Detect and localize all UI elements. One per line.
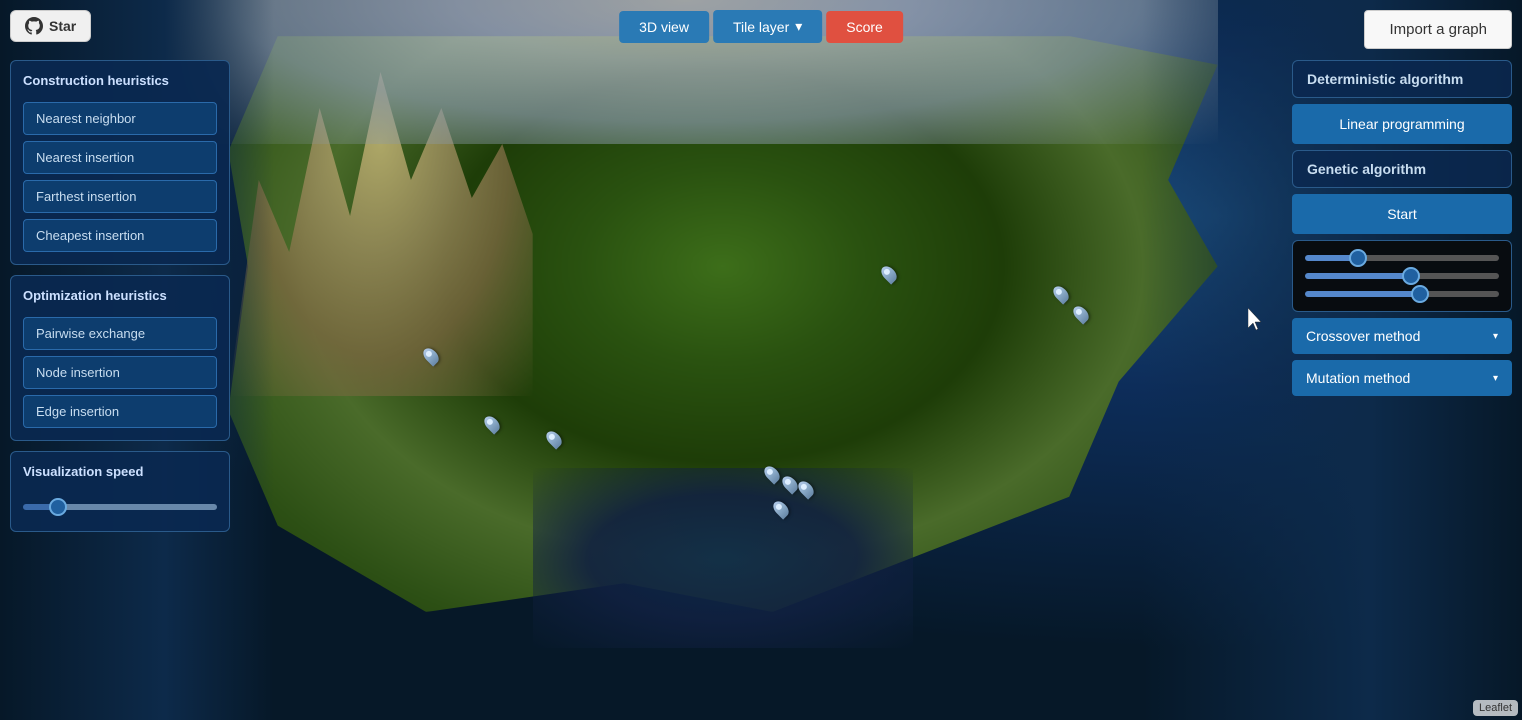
deterministic-section: Deterministic algorithm: [1292, 60, 1512, 98]
slider-row-3: [1305, 291, 1499, 297]
left-panel: Construction heuristics Nearest neighbor…: [10, 60, 230, 532]
leaflet-label: Leaflet: [1479, 702, 1512, 714]
import-graph-button[interactable]: Import a graph: [1364, 10, 1512, 49]
toolbar: 3D view Tile layer ▾ Score: [619, 10, 903, 43]
node-insertion-button[interactable]: Node insertion: [23, 356, 217, 389]
slider-row-2: [1305, 273, 1499, 279]
mutation-method-label: Mutation method: [1306, 370, 1410, 386]
start-button[interactable]: Start: [1292, 194, 1512, 234]
speed-slider[interactable]: [23, 504, 217, 510]
genetic-slider-2[interactable]: [1305, 273, 1499, 279]
tile-layer-chevron: ▾: [795, 18, 802, 35]
tile-layer-button[interactable]: Tile layer ▾: [713, 10, 822, 43]
slider-row-1: [1305, 255, 1499, 261]
mutation-chevron: ▾: [1493, 373, 1498, 384]
right-panel: Deterministic algorithm Linear programmi…: [1292, 60, 1512, 396]
pairwise-exchange-button[interactable]: Pairwise exchange: [23, 317, 217, 350]
nearest-neighbor-button[interactable]: Nearest neighbor: [23, 102, 217, 135]
mutation-method-button[interactable]: Mutation method ▾: [1292, 360, 1512, 396]
visualization-speed-section: Visualization speed: [10, 451, 230, 532]
construction-title: Construction heuristics: [23, 73, 217, 92]
crossover-method-label: Crossover method: [1306, 328, 1420, 344]
farthest-insertion-button[interactable]: Farthest insertion: [23, 180, 217, 213]
optimization-title: Optimization heuristics: [23, 288, 217, 307]
linear-programming-button[interactable]: Linear programming: [1292, 104, 1512, 144]
map-gulf: [533, 468, 914, 648]
github-icon: [25, 17, 43, 35]
genetic-slider-3[interactable]: [1305, 291, 1499, 297]
leaflet-watermark: Leaflet: [1473, 700, 1518, 716]
3d-view-button[interactable]: 3D view: [619, 11, 709, 43]
cheapest-insertion-button[interactable]: Cheapest insertion: [23, 219, 217, 252]
genetic-sliders-box: [1292, 240, 1512, 312]
edge-insertion-button[interactable]: Edge insertion: [23, 395, 217, 428]
speed-title: Visualization speed: [23, 464, 217, 483]
github-star-button[interactable]: Star: [10, 10, 91, 42]
tile-layer-label: Tile layer: [733, 19, 789, 35]
score-button[interactable]: Score: [826, 11, 903, 43]
genetic-title: Genetic algorithm: [1307, 161, 1426, 177]
deterministic-title: Deterministic algorithm: [1307, 71, 1463, 87]
crossover-chevron: ▾: [1493, 331, 1498, 342]
construction-heuristics-section: Construction heuristics Nearest neighbor…: [10, 60, 230, 265]
nearest-insertion-button[interactable]: Nearest insertion: [23, 141, 217, 174]
speed-slider-container: [23, 493, 217, 519]
genetic-section: Genetic algorithm: [1292, 150, 1512, 188]
crossover-method-button[interactable]: Crossover method ▾: [1292, 318, 1512, 354]
genetic-slider-1[interactable]: [1305, 255, 1499, 261]
optimization-heuristics-section: Optimization heuristics Pairwise exchang…: [10, 275, 230, 441]
github-star-label: Star: [49, 18, 76, 34]
